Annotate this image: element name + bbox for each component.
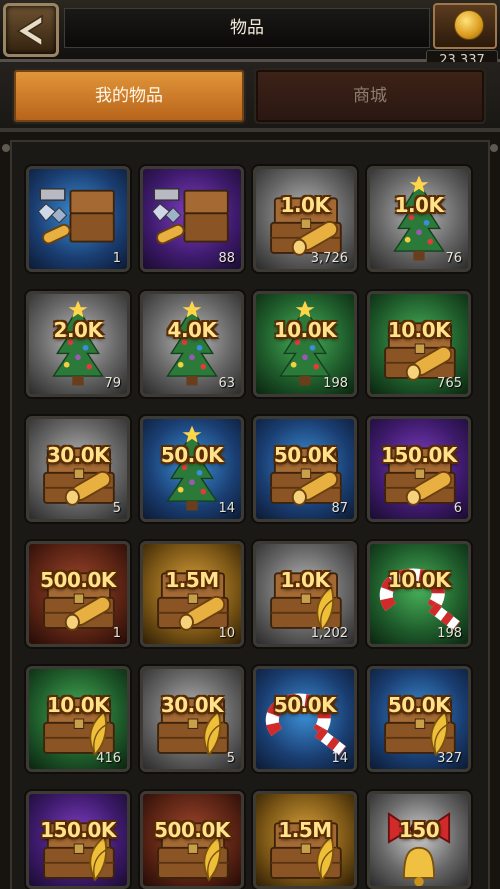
inventory-item[interactable]: 30.0K 5	[26, 416, 130, 522]
item-count: 14	[218, 501, 235, 516]
item-count: 63	[218, 376, 235, 391]
item-amount: 150.0K	[40, 818, 116, 842]
item-amount: 50.0K	[273, 693, 337, 717]
item-amount: 1.0K	[280, 193, 330, 217]
inventory-item[interactable]: 150.0K	[26, 791, 130, 889]
item-count: 10	[218, 626, 235, 641]
item-amount: 30.0K	[160, 693, 224, 717]
item-amount: 1.0K	[280, 568, 330, 592]
inventory-item[interactable]: 1.0K 3,726	[253, 166, 357, 272]
inventory-item[interactable]: 500.0K	[140, 791, 244, 889]
inventory-item[interactable]: 88	[140, 166, 244, 272]
inventory-item[interactable]: 1.0K 1,202	[253, 541, 357, 647]
item-amount: 10.0K	[387, 568, 451, 592]
tab-my-items[interactable]: 我的物品	[14, 70, 244, 122]
item-count: 198	[323, 376, 348, 391]
tab-shop[interactable]: 商城	[256, 70, 484, 122]
header-bar: 物品	[0, 0, 500, 62]
item-amount: 150	[398, 818, 440, 842]
inventory-item[interactable]: 30.0K 5	[140, 666, 244, 772]
inventory-item[interactable]: 10.0K 198	[253, 291, 357, 397]
item-count: 79	[104, 376, 121, 391]
item-amount: 2.0K	[53, 318, 103, 342]
item-amount: 30.0K	[46, 443, 110, 467]
item-amount: 4.0K	[167, 318, 217, 342]
inventory-item[interactable]: 50.0K 327	[367, 666, 471, 772]
item-amount: 500.0K	[40, 568, 116, 592]
item-count: 1,202	[310, 626, 348, 641]
item-amount: 500.0K	[154, 818, 230, 842]
item-count: 416	[96, 751, 121, 766]
item-amount: 1.0K	[394, 193, 444, 217]
item-amount: 1.5M	[165, 568, 219, 592]
inventory-item[interactable]: 500.0K 1	[26, 541, 130, 647]
tabs-bar: 我的物品 商城	[0, 62, 500, 132]
item-count: 3,726	[310, 251, 348, 266]
coin-button[interactable]	[433, 3, 497, 49]
item-count: 327	[437, 751, 462, 766]
inventory-item[interactable]: 50.0K 14	[140, 416, 244, 522]
item-count: 198	[437, 626, 462, 641]
inventory-item[interactable]: 10.0K 765	[367, 291, 471, 397]
item-count: 5	[226, 751, 235, 766]
inventory-item[interactable]: 50.0K 14	[253, 666, 357, 772]
item-amount: 50.0K	[387, 693, 451, 717]
inventory-item[interactable]: 4.0K 63	[140, 291, 244, 397]
inventory-item[interactable]: 150	[367, 791, 471, 889]
inventory-item[interactable]: 1.5M 10	[140, 541, 244, 647]
item-amount: 10.0K	[273, 318, 337, 342]
title-bar: 物品	[64, 8, 430, 48]
item-count: 1	[112, 626, 121, 641]
item-count: 87	[331, 501, 348, 516]
inventory-item[interactable]: 150.0K 6	[367, 416, 471, 522]
item-amount: 10.0K	[46, 693, 110, 717]
item-count: 6	[453, 501, 462, 516]
item-amount: 50.0K	[273, 443, 337, 467]
inventory-item[interactable]: 1	[26, 166, 130, 272]
gold-coin-icon	[454, 10, 484, 40]
inventory-item[interactable]: 1.0K 76	[367, 166, 471, 272]
inventory-item[interactable]: 10.0K 416	[26, 666, 130, 772]
inventory-item[interactable]: 50.0K 87	[253, 416, 357, 522]
item-count: 5	[112, 501, 121, 516]
bolt-decoration	[490, 144, 498, 152]
item-count: 1	[112, 251, 121, 266]
back-arrow-icon	[16, 14, 43, 48]
item-count: 76	[445, 251, 462, 266]
inventory-item[interactable]: 2.0K 79	[26, 291, 130, 397]
inventory-item[interactable]: 1.5M	[253, 791, 357, 889]
item-amount: 150.0K	[381, 443, 457, 467]
item-count: 14	[331, 751, 348, 766]
item-amount: 50.0K	[160, 443, 224, 467]
item-count: 88	[218, 251, 235, 266]
inventory-item[interactable]: 10.0K 198	[367, 541, 471, 647]
item-amount: 1.5M	[278, 818, 332, 842]
item-amount: 10.0K	[387, 318, 451, 342]
bolt-decoration	[2, 144, 10, 152]
item-count: 765	[437, 376, 462, 391]
page-title: 物品	[230, 18, 264, 38]
back-button[interactable]	[3, 3, 59, 57]
